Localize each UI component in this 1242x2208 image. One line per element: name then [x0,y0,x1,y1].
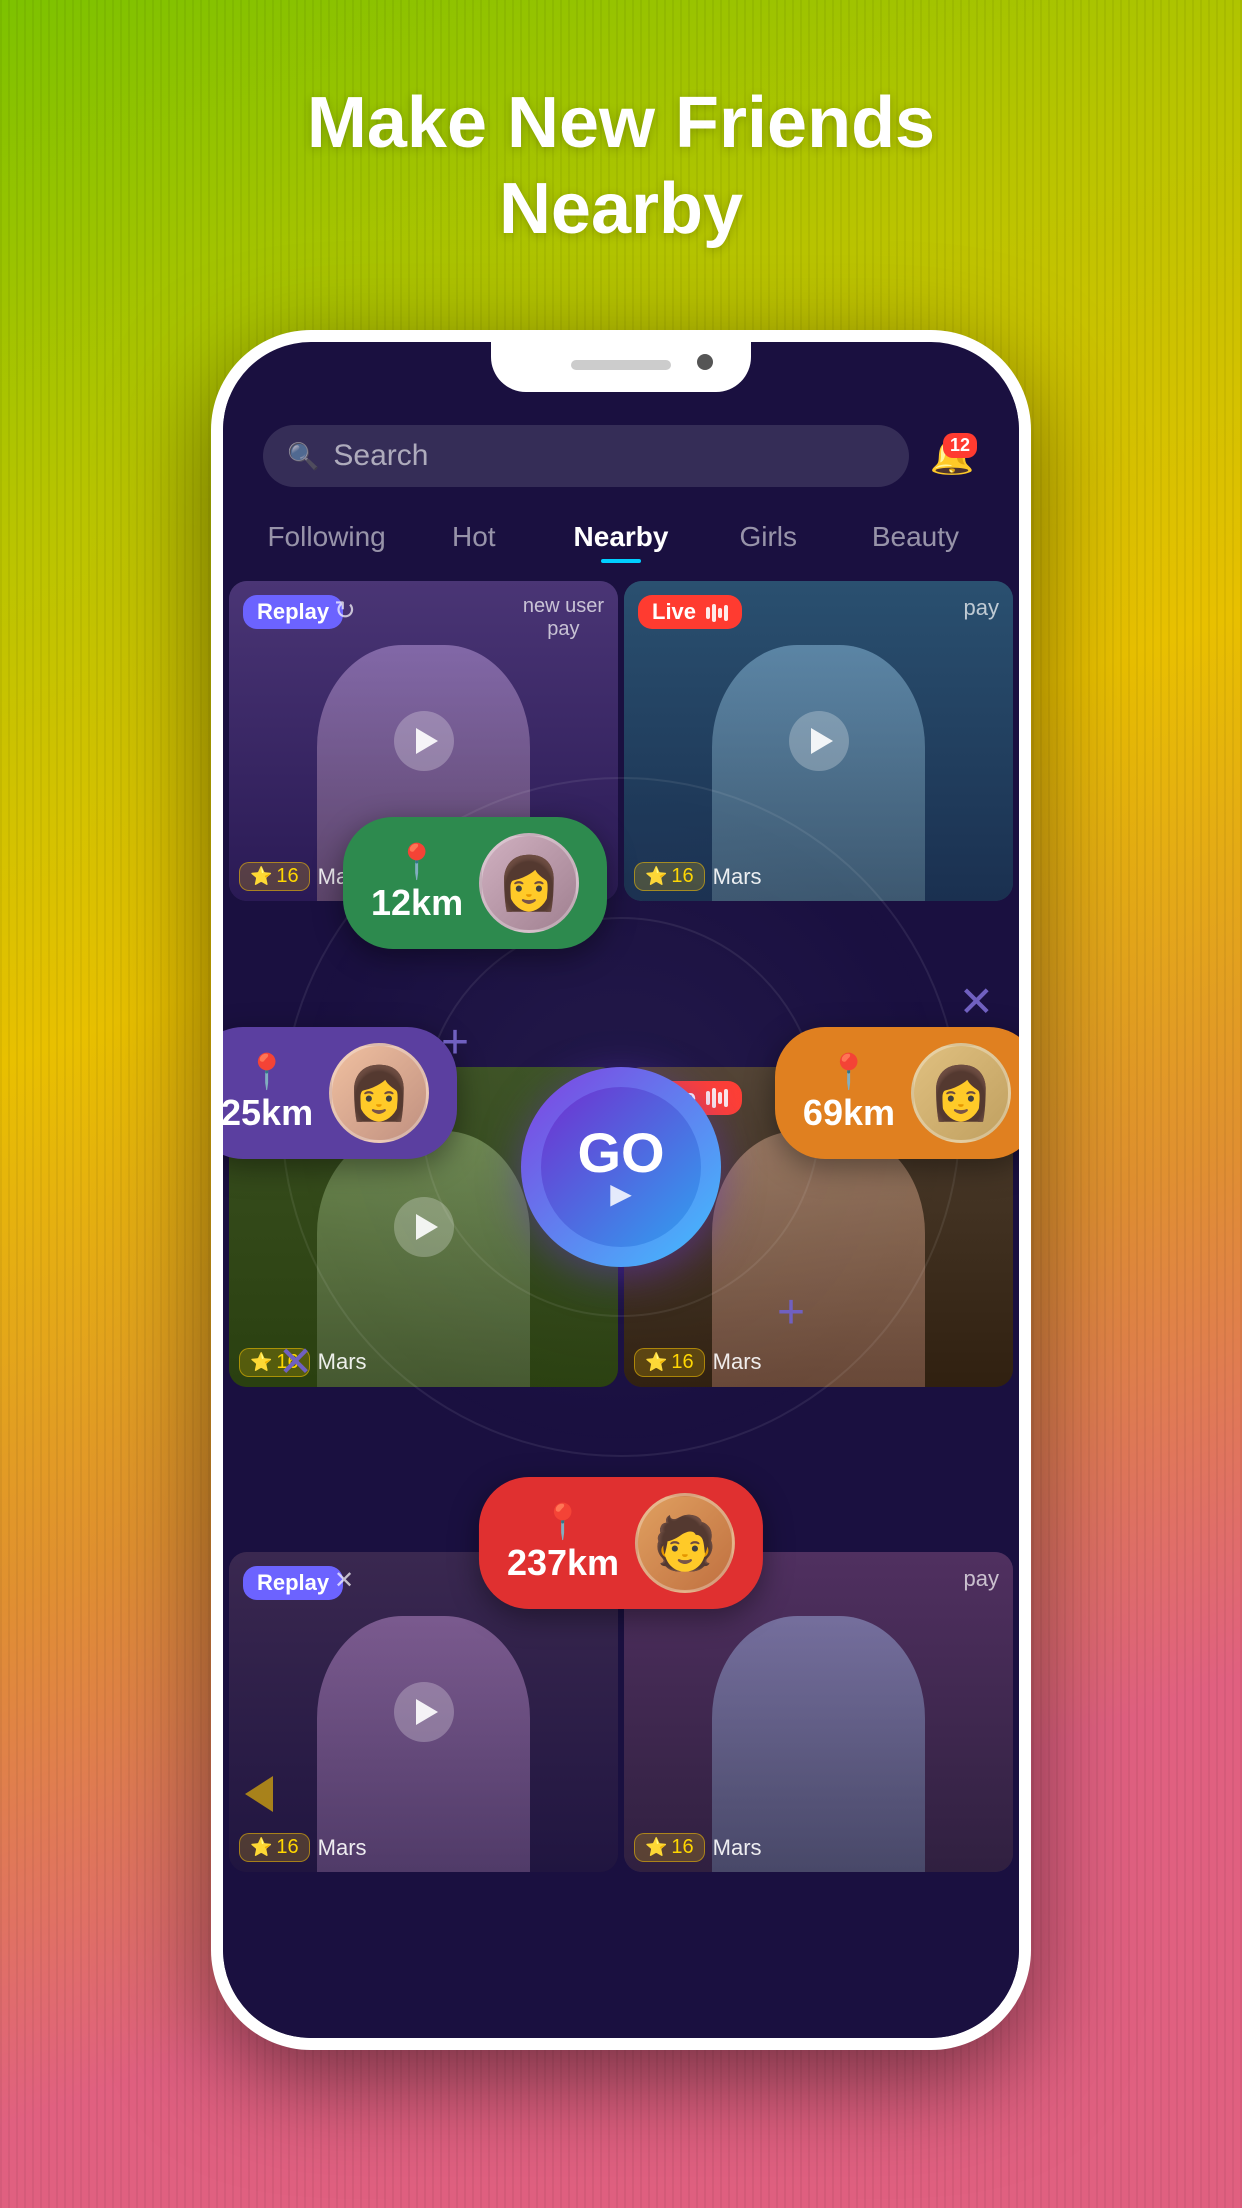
star-badge-5: ⭐ 16 [239,1833,310,1862]
notification-badge: 12 [943,433,977,458]
bubble-237km-content: 📍 237km [507,1502,619,1584]
phone-inner: 🔍 Search 🔔 12 Following Hot Nearby [223,342,1019,2038]
bubble-12km[interactable]: 📍 12km 👩 [343,817,607,949]
badge-pay-2: pay [964,595,999,621]
play-btn-2[interactable] [789,711,849,771]
star-badge-1: ⭐ 16 [239,862,310,891]
pin-icon-25km: 📍 [246,1052,288,1092]
bubble-12km-avatar: 👩 [479,833,579,933]
pin-icon-237km: 📍 [542,1502,584,1542]
bubble-25km-label: 25km [223,1092,313,1134]
search-icon: 🔍 [287,441,319,472]
headline-line1: Make New Friends [60,80,1182,166]
go-button[interactable]: GO ▶ [521,1067,721,1267]
badge-replay-1: Replay [243,595,343,629]
tab-girls[interactable]: Girls [695,505,842,563]
badge-pay-6: pay [964,1566,999,1592]
arrow-icon-5 [245,1776,273,1812]
bubble-237km[interactable]: 📍 237km 🧑 [479,1477,763,1609]
star-badge-6: ⭐ 16 [634,1833,705,1862]
go-label: GO [577,1125,664,1181]
bubble-69km-label: 69km [803,1092,895,1134]
pin-icon-69km: 📍 [828,1052,870,1092]
headline: Make New Friends Nearby [0,80,1242,253]
camera [697,354,713,370]
card6-user-row: ⭐ 16 Mars [634,1833,1003,1862]
bubble-69km-content: 📍 69km [803,1052,895,1134]
badge-live-2: Live [638,595,742,629]
bubble-25km[interactable]: 📍 25km 👩 [223,1027,457,1159]
plus-button-bottom[interactable]: + [777,1285,805,1340]
bubble-25km-content: 📍 25km [223,1052,313,1134]
notification-bell[interactable]: 🔔 12 [917,425,987,487]
play-btn-5[interactable] [394,1682,454,1742]
speaker [571,360,671,370]
search-bar[interactable]: 🔍 Search [263,425,909,487]
tab-bar: Following Hot Nearby Girls Beauty [223,505,1019,563]
x-small-icon-5: ✕ [334,1566,354,1595]
tab-following[interactable]: Following [253,505,400,563]
close-button-mid[interactable]: ✕ [278,1337,313,1386]
refresh-icon-1: ↻ [334,595,356,626]
badge-replay-5: Replay [243,1566,343,1600]
phone-frame: 🔍 Search 🔔 12 Following Hot Nearby [211,330,1031,2050]
tab-nearby[interactable]: Nearby [547,505,694,563]
tab-beauty[interactable]: Beauty [842,505,989,563]
bubble-69km[interactable]: 📍 69km 👩 [775,1027,1019,1159]
close-button-top[interactable]: ✕ [959,977,994,1026]
play-btn-1[interactable] [394,711,454,771]
bubble-12km-label: 12km [371,882,463,924]
plus-button-top[interactable]: + [441,1015,469,1070]
card5-user-row: ⭐ 16 Mars [239,1833,608,1862]
bubble-237km-label: 237km [507,1542,619,1584]
bubble-25km-avatar: 👩 [329,1043,429,1143]
bubble-12km-content: 📍 12km [371,842,463,924]
headline-line2: Nearby [60,166,1182,252]
go-play-icon: ▶ [610,1177,632,1210]
badge-pay-1: new user pay [523,595,604,641]
tab-hot[interactable]: Hot [400,505,547,563]
bubble-69km-avatar: 👩 [911,1043,1011,1143]
bubble-237km-avatar: 🧑 [635,1493,735,1593]
go-inner: GO ▶ [541,1087,701,1247]
pin-icon-12km: 📍 [396,842,438,882]
search-placeholder: Search [333,439,428,473]
notch [491,342,751,392]
screen: 🔍 Search 🔔 12 Following Hot Nearby [223,397,1019,2038]
